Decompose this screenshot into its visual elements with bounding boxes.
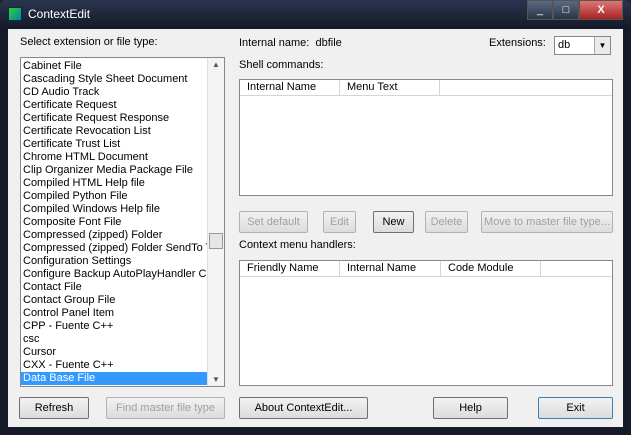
list-item[interactable]: Certificate Trust List bbox=[21, 138, 224, 151]
list-item[interactable]: Certificate Revocation List bbox=[21, 125, 224, 138]
filetype-listbox[interactable]: Cabinet File Cascading Style Sheet Docume… bbox=[20, 57, 225, 387]
column-menu-text[interactable]: Menu Text bbox=[340, 80, 440, 95]
shell-commands-label: Shell commands: bbox=[239, 59, 324, 71]
extensions-combo[interactable]: db ▼ bbox=[554, 36, 611, 55]
list-item[interactable]: Cursor bbox=[21, 346, 224, 359]
chevron-down-icon[interactable]: ▼ bbox=[594, 37, 610, 54]
minimize-button[interactable]: _ bbox=[527, 0, 553, 20]
handlers-label: Context menu handlers: bbox=[239, 239, 356, 251]
list-item[interactable]: Configure Backup AutoPlayHandler Class bbox=[21, 268, 224, 281]
scrollbar[interactable]: ▲ ▼ bbox=[207, 58, 224, 386]
list-item[interactable]: Clip Organizer Media Package File bbox=[21, 164, 224, 177]
list-item[interactable]: Cabinet File bbox=[21, 60, 224, 73]
help-button[interactable]: Help bbox=[433, 397, 508, 419]
exit-button[interactable]: Exit bbox=[538, 397, 613, 419]
refresh-button[interactable]: Refresh bbox=[19, 397, 89, 419]
close-button[interactable]: X bbox=[579, 0, 623, 20]
list-item[interactable]: Composite Font File bbox=[21, 216, 224, 229]
list-item[interactable]: Configuration Settings bbox=[21, 255, 224, 268]
column-code-module[interactable]: Code Module bbox=[441, 261, 541, 276]
list-item[interactable]: Cascading Style Sheet Document bbox=[21, 73, 224, 86]
maximize-button[interactable]: □ bbox=[553, 0, 579, 20]
internal-name-label: Internal name: bbox=[239, 37, 310, 49]
column-internal-name[interactable]: Internal Name bbox=[240, 80, 340, 95]
find-master-button[interactable]: Find master file type bbox=[106, 397, 225, 419]
list-item[interactable]: Compressed (zipped) Folder SendTo Target bbox=[21, 242, 224, 255]
dialog-body: Select extension or file type: Cabinet F… bbox=[8, 29, 623, 427]
list-item[interactable]: Chrome HTML Document bbox=[21, 151, 224, 164]
window-title: ContextEdit bbox=[28, 7, 91, 21]
list-item[interactable]: CXX - Fuente C++ bbox=[21, 359, 224, 372]
list-item[interactable]: Compressed (zipped) Folder bbox=[21, 229, 224, 242]
about-button[interactable]: About ContextEdit... bbox=[239, 397, 368, 419]
list-item[interactable]: csc bbox=[21, 333, 224, 346]
shell-commands-list[interactable]: Internal Name Menu Text bbox=[239, 79, 613, 196]
list-item[interactable]: CD Audio Track bbox=[21, 86, 224, 99]
extensions-label: Extensions: bbox=[489, 37, 546, 49]
scroll-up-icon[interactable]: ▲ bbox=[208, 60, 224, 69]
app-window: ContextEdit _ □ X Select extension or fi… bbox=[0, 0, 631, 435]
list-item[interactable]: Compiled Windows Help file bbox=[21, 203, 224, 216]
list-item[interactable]: Control Panel Item bbox=[21, 307, 224, 320]
list-item[interactable]: Certificate Request bbox=[21, 99, 224, 112]
list-item[interactable]: Contact Group File bbox=[21, 294, 224, 307]
set-default-button[interactable]: Set default bbox=[239, 211, 308, 233]
column-friendly-name[interactable]: Friendly Name bbox=[240, 261, 340, 276]
column-internal-name[interactable]: Internal Name bbox=[340, 261, 441, 276]
list-item[interactable]: Contact File bbox=[21, 281, 224, 294]
list-item[interactable]: Data Base File bbox=[21, 372, 224, 385]
app-icon bbox=[8, 7, 22, 21]
scroll-thumb[interactable] bbox=[209, 233, 223, 249]
list-item[interactable]: Compiled Python File bbox=[21, 190, 224, 203]
move-to-master-button[interactable]: Move to master file type... bbox=[481, 211, 613, 233]
edit-button[interactable]: Edit bbox=[323, 211, 356, 233]
list-item[interactable]: CPP - Fuente C++ bbox=[21, 320, 224, 333]
list-item[interactable]: Compiled HTML Help file bbox=[21, 177, 224, 190]
new-button[interactable]: New bbox=[373, 211, 414, 233]
internal-name-value: dbfile bbox=[315, 37, 342, 49]
list-item[interactable]: Certificate Request Response bbox=[21, 112, 224, 125]
delete-button[interactable]: Delete bbox=[425, 211, 468, 233]
handlers-list[interactable]: Friendly Name Internal Name Code Module bbox=[239, 260, 613, 386]
scroll-down-icon[interactable]: ▼ bbox=[208, 375, 224, 384]
filetype-label: Select extension or file type: bbox=[20, 36, 158, 48]
